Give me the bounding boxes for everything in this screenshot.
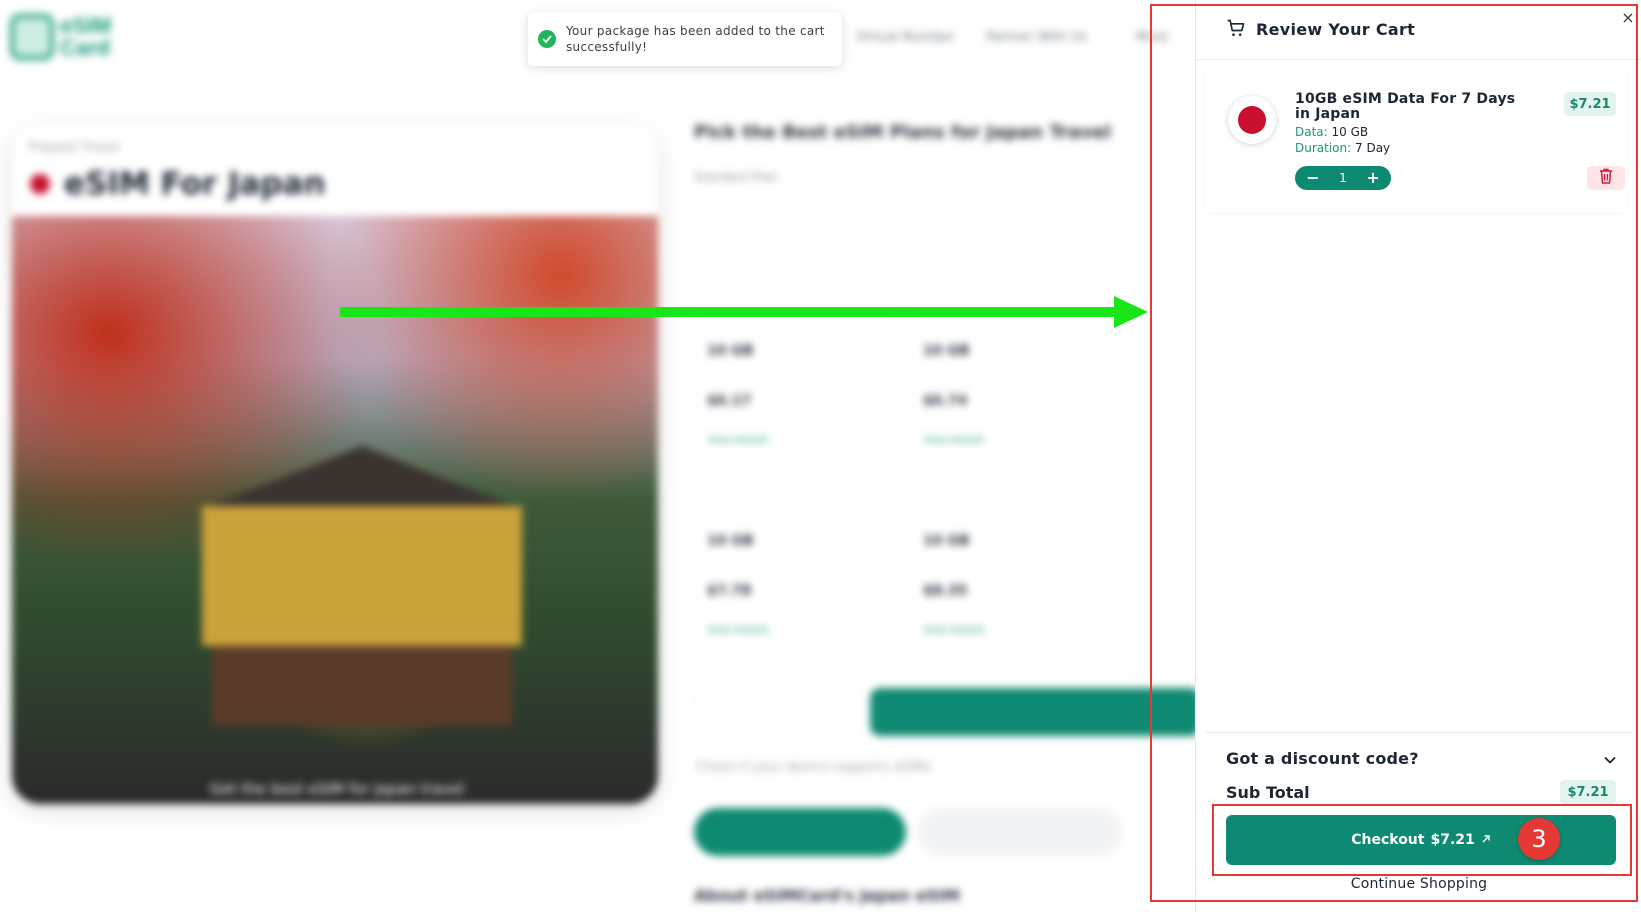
step-number-badge: 3 bbox=[1518, 818, 1560, 860]
tab-feature bbox=[694, 808, 906, 856]
logo-wordmark: eSIM Card bbox=[60, 13, 112, 60]
plan-card bbox=[910, 206, 1110, 276]
plan-price: $6.17 bbox=[707, 393, 752, 409]
plan-card: 10 GB $6.74 View Details bbox=[910, 308, 1110, 458]
plan-card: 10 GB $8.35 View Details bbox=[910, 498, 1110, 648]
about-title: About eSIMCard's Japan eSIM bbox=[694, 886, 960, 905]
annotation-checkout-highlight bbox=[1212, 804, 1632, 876]
breadcrumb: Prepaid Travel bbox=[28, 140, 120, 155]
logo-mark bbox=[10, 14, 54, 60]
site-logo: eSIM Card bbox=[10, 10, 136, 64]
plan-type-toggle: Standard Plan bbox=[694, 170, 778, 184]
product-hero-image: Get the best eSIM for Japan travel bbox=[12, 216, 658, 804]
temple-body bbox=[202, 506, 522, 646]
plan-data: 10 GB bbox=[707, 343, 754, 359]
hero-caption: Get the best eSIM for Japan travel bbox=[209, 780, 465, 798]
plan-data: 10 GB bbox=[923, 343, 970, 359]
temple-floor bbox=[212, 646, 512, 726]
check-circle-icon bbox=[538, 30, 556, 48]
nav-item-virtual-number: Virtual Number bbox=[856, 30, 955, 45]
product-qty-box bbox=[694, 690, 846, 738]
plan-details-link: View Details bbox=[707, 625, 769, 636]
plan-details-link: View Details bbox=[923, 625, 985, 636]
plan-card: 10 GB $6.17 View Details bbox=[694, 308, 894, 458]
plan-price: $7.78 bbox=[707, 583, 752, 599]
plan-grid: 10 GB $6.17 View Details 10 GB $6.74 Vie… bbox=[694, 206, 1214, 666]
annotation-arrow-shaft bbox=[340, 307, 1120, 317]
success-toast: Your package has been added to the cart … bbox=[528, 12, 842, 66]
plan-card: 10 GB $7.78 View Details bbox=[694, 498, 894, 648]
plan-data: 10 GB bbox=[923, 533, 970, 549]
plan-price: $8.35 bbox=[923, 583, 968, 599]
plan-data: 10 GB bbox=[707, 533, 754, 549]
nav-item-partner: Partner With Us bbox=[986, 30, 1088, 45]
product-hero-card: Prepaid Travel eSIM For Japan Get the be… bbox=[12, 124, 658, 804]
tab-description bbox=[918, 808, 1122, 856]
compatibility-check: Check if your device supports eSIMs bbox=[696, 760, 932, 775]
annotation-arrow-head bbox=[1114, 296, 1148, 328]
product-title: eSIM For Japan bbox=[64, 166, 326, 202]
japan-flag-icon bbox=[30, 174, 50, 194]
plan-details-link: View Details bbox=[923, 435, 985, 446]
product-title-row: eSIM For Japan bbox=[30, 166, 325, 202]
plan-details-link: View Details bbox=[707, 435, 769, 446]
plans-section-title: Pick the Best eSIM Plans for Japan Trave… bbox=[694, 122, 1111, 143]
plan-price: $6.74 bbox=[923, 393, 968, 409]
temple-roof bbox=[210, 446, 514, 506]
toast-message: Your package has been added to the cart … bbox=[566, 24, 825, 54]
annotation-drawer-highlight bbox=[1150, 4, 1638, 902]
plan-card bbox=[694, 206, 894, 276]
